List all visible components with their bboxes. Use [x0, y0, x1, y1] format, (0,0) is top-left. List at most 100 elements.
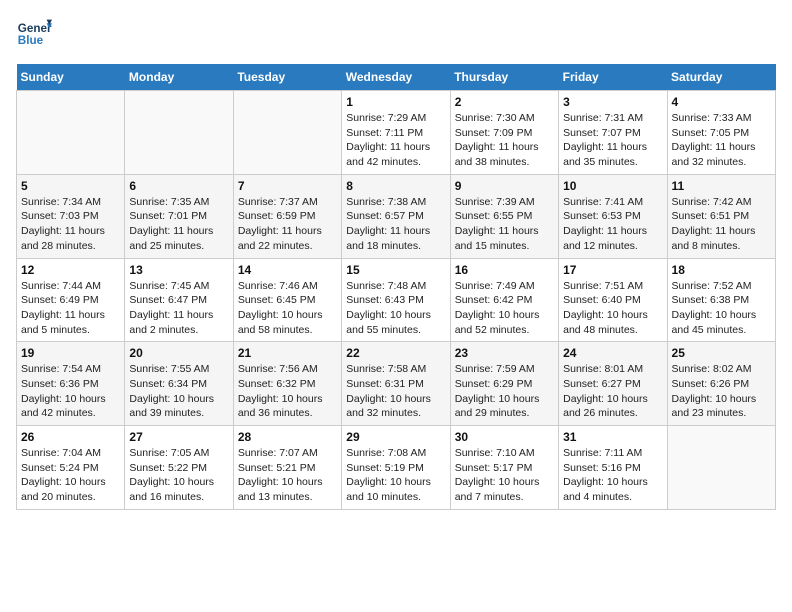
- calendar-cell: 22 Sunrise: 7:58 AMSunset: 6:31 PMDayligh…: [342, 342, 450, 426]
- calendar-cell: 5 Sunrise: 7:34 AMSunset: 7:03 PMDaylight…: [17, 174, 125, 258]
- day-number: 12: [21, 263, 120, 277]
- calendar-cell: 15 Sunrise: 7:48 AMSunset: 6:43 PMDayligh…: [342, 258, 450, 342]
- day-info: Sunrise: 7:38 AMSunset: 6:57 PMDaylight:…: [346, 195, 445, 254]
- day-number: 3: [563, 95, 662, 109]
- day-number: 1: [346, 95, 445, 109]
- day-number: 5: [21, 179, 120, 193]
- day-info: Sunrise: 8:01 AMSunset: 6:27 PMDaylight:…: [563, 362, 662, 421]
- weekday-header-sunday: Sunday: [17, 64, 125, 91]
- calendar-cell: 11 Sunrise: 7:42 AMSunset: 6:51 PMDayligh…: [667, 174, 775, 258]
- weekday-header-friday: Friday: [559, 64, 667, 91]
- calendar-cell: 25Sunrise: 8:02 AMSunset: 6:26 PMDayligh…: [667, 342, 775, 426]
- calendar-cell: 2 Sunrise: 7:30 AMSunset: 7:09 PMDaylight…: [450, 91, 558, 175]
- day-number: 26: [21, 430, 120, 444]
- calendar-cell: [17, 91, 125, 175]
- day-info: Sunrise: 7:11 AMSunset: 5:16 PMDaylight:…: [563, 446, 662, 505]
- day-number: 4: [672, 95, 771, 109]
- calendar-cell: 18Sunrise: 7:52 AMSunset: 6:38 PMDayligh…: [667, 258, 775, 342]
- day-info: Sunrise: 7:46 AMSunset: 6:45 PMDaylight:…: [238, 279, 337, 338]
- day-number: 24: [563, 346, 662, 360]
- calendar-cell: 28 Sunrise: 7:07 AMSunset: 5:21 PMDayligh…: [233, 426, 341, 510]
- calendar-cell: 24 Sunrise: 8:01 AMSunset: 6:27 PMDayligh…: [559, 342, 667, 426]
- page-header: General Blue: [16, 16, 776, 52]
- calendar-cell: 30Sunrise: 7:10 AMSunset: 5:17 PMDayligh…: [450, 426, 558, 510]
- calendar-cell: [125, 91, 233, 175]
- calendar-cell: 16 Sunrise: 7:49 AMSunset: 6:42 PMDayligh…: [450, 258, 558, 342]
- day-info: Sunrise: 7:45 AMSunset: 6:47 PMDaylight:…: [129, 279, 228, 338]
- day-number: 25: [672, 346, 771, 360]
- calendar-cell: 21 Sunrise: 7:56 AMSunset: 6:32 PMDayligh…: [233, 342, 341, 426]
- day-number: 27: [129, 430, 228, 444]
- day-info: Sunrise: 7:30 AMSunset: 7:09 PMDaylight:…: [455, 111, 554, 170]
- calendar-cell: 8 Sunrise: 7:38 AMSunset: 6:57 PMDaylight…: [342, 174, 450, 258]
- day-number: 18: [672, 263, 771, 277]
- day-info: Sunrise: 7:08 AMSunset: 5:19 PMDaylight:…: [346, 446, 445, 505]
- day-number: 14: [238, 263, 337, 277]
- weekday-header-monday: Monday: [125, 64, 233, 91]
- calendar-cell: 17 Sunrise: 7:51 AMSunset: 6:40 PMDayligh…: [559, 258, 667, 342]
- day-info: Sunrise: 7:04 AMSunset: 5:24 PMDaylight:…: [21, 446, 120, 505]
- calendar-week-row: 19 Sunrise: 7:54 AMSunset: 6:36 PMDayligh…: [17, 342, 776, 426]
- day-info: Sunrise: 7:10 AMSunset: 5:17 PMDaylight:…: [455, 446, 554, 505]
- day-number: 19: [21, 346, 120, 360]
- calendar-cell: 7Sunrise: 7:37 AMSunset: 6:59 PMDaylight…: [233, 174, 341, 258]
- calendar-cell: 1 Sunrise: 7:29 AMSunset: 7:11 PMDaylight…: [342, 91, 450, 175]
- day-info: Sunrise: 7:49 AMSunset: 6:42 PMDaylight:…: [455, 279, 554, 338]
- calendar-cell: 4 Sunrise: 7:33 AMSunset: 7:05 PMDaylight…: [667, 91, 775, 175]
- calendar-week-row: 1 Sunrise: 7:29 AMSunset: 7:11 PMDaylight…: [17, 91, 776, 175]
- calendar-header-row: SundayMondayTuesdayWednesdayThursdayFrid…: [17, 64, 776, 91]
- day-number: 6: [129, 179, 228, 193]
- day-number: 22: [346, 346, 445, 360]
- day-info: Sunrise: 7:55 AMSunset: 6:34 PMDaylight:…: [129, 362, 228, 421]
- calendar-cell: 10 Sunrise: 7:41 AMSunset: 6:53 PMDayligh…: [559, 174, 667, 258]
- day-number: 16: [455, 263, 554, 277]
- calendar-cell: [233, 91, 341, 175]
- day-info: Sunrise: 7:44 AMSunset: 6:49 PMDaylight:…: [21, 279, 120, 338]
- day-info: Sunrise: 7:58 AMSunset: 6:31 PMDaylight:…: [346, 362, 445, 421]
- day-info: Sunrise: 7:51 AMSunset: 6:40 PMDaylight:…: [563, 279, 662, 338]
- weekday-header-saturday: Saturday: [667, 64, 775, 91]
- day-info: Sunrise: 7:29 AMSunset: 7:11 PMDaylight:…: [346, 111, 445, 170]
- calendar-cell: 31 Sunrise: 7:11 AMSunset: 5:16 PMDayligh…: [559, 426, 667, 510]
- logo-icon: General Blue: [16, 16, 52, 52]
- weekday-header-wednesday: Wednesday: [342, 64, 450, 91]
- calendar-cell: 9Sunrise: 7:39 AMSunset: 6:55 PMDaylight…: [450, 174, 558, 258]
- calendar-table: SundayMondayTuesdayWednesdayThursdayFrid…: [16, 64, 776, 510]
- calendar-cell: 13 Sunrise: 7:45 AMSunset: 6:47 PMDayligh…: [125, 258, 233, 342]
- day-number: 10: [563, 179, 662, 193]
- day-number: 15: [346, 263, 445, 277]
- day-number: 8: [346, 179, 445, 193]
- day-number: 29: [346, 430, 445, 444]
- day-info: Sunrise: 7:35 AMSunset: 7:01 PMDaylight:…: [129, 195, 228, 254]
- day-number: 11: [672, 179, 771, 193]
- svg-text:Blue: Blue: [18, 34, 44, 47]
- day-info: Sunrise: 7:31 AMSunset: 7:07 PMDaylight:…: [563, 111, 662, 170]
- weekday-header-thursday: Thursday: [450, 64, 558, 91]
- weekday-header-tuesday: Tuesday: [233, 64, 341, 91]
- day-info: Sunrise: 7:48 AMSunset: 6:43 PMDaylight:…: [346, 279, 445, 338]
- day-number: 2: [455, 95, 554, 109]
- day-info: Sunrise: 7:37 AMSunset: 6:59 PMDaylight:…: [238, 195, 337, 254]
- day-info: Sunrise: 7:42 AMSunset: 6:51 PMDaylight:…: [672, 195, 771, 254]
- day-info: Sunrise: 7:07 AMSunset: 5:21 PMDaylight:…: [238, 446, 337, 505]
- calendar-week-row: 26 Sunrise: 7:04 AMSunset: 5:24 PMDayligh…: [17, 426, 776, 510]
- day-number: 13: [129, 263, 228, 277]
- day-info: Sunrise: 7:33 AMSunset: 7:05 PMDaylight:…: [672, 111, 771, 170]
- calendar-cell: 14 Sunrise: 7:46 AMSunset: 6:45 PMDayligh…: [233, 258, 341, 342]
- day-info: Sunrise: 7:56 AMSunset: 6:32 PMDaylight:…: [238, 362, 337, 421]
- day-info: Sunrise: 7:41 AMSunset: 6:53 PMDaylight:…: [563, 195, 662, 254]
- day-number: 20: [129, 346, 228, 360]
- day-info: Sunrise: 7:34 AMSunset: 7:03 PMDaylight:…: [21, 195, 120, 254]
- calendar-week-row: 12 Sunrise: 7:44 AMSunset: 6:49 PMDayligh…: [17, 258, 776, 342]
- calendar-cell: 29 Sunrise: 7:08 AMSunset: 5:19 PMDayligh…: [342, 426, 450, 510]
- day-number: 31: [563, 430, 662, 444]
- day-number: 23: [455, 346, 554, 360]
- day-number: 17: [563, 263, 662, 277]
- calendar-cell: 27Sunrise: 7:05 AMSunset: 5:22 PMDayligh…: [125, 426, 233, 510]
- day-number: 28: [238, 430, 337, 444]
- day-info: Sunrise: 7:39 AMSunset: 6:55 PMDaylight:…: [455, 195, 554, 254]
- calendar-cell: 19 Sunrise: 7:54 AMSunset: 6:36 PMDayligh…: [17, 342, 125, 426]
- day-number: 21: [238, 346, 337, 360]
- day-info: Sunrise: 7:54 AMSunset: 6:36 PMDaylight:…: [21, 362, 120, 421]
- calendar-cell: [667, 426, 775, 510]
